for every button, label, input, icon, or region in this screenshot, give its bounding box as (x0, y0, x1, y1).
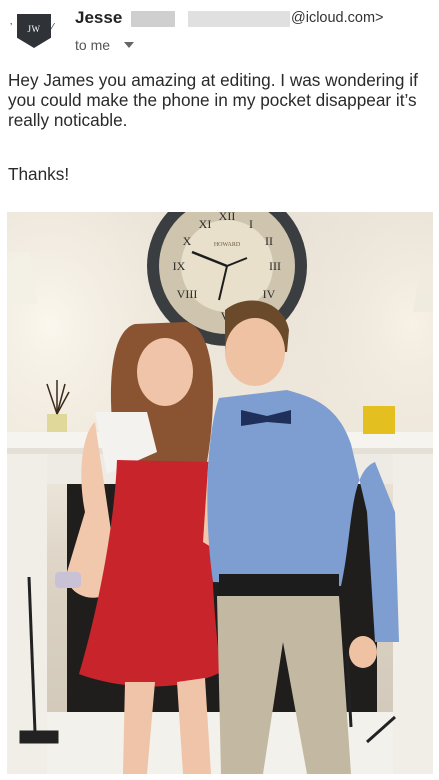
svg-text:VIII: VIII (177, 287, 198, 301)
svg-text:XI: XI (199, 217, 212, 231)
avatar[interactable]: ‚ JW ⁄ (10, 12, 56, 52)
recipient-label[interactable]: to me (75, 37, 110, 53)
avatar-badge-icon: JW (17, 14, 51, 48)
message-body: Hey James you amazing at editing. I was … (8, 70, 418, 130)
svg-text:XII: XII (219, 212, 236, 223)
diffuser-jar (47, 414, 67, 432)
svg-text:I: I (249, 217, 253, 231)
svg-text:II: II (265, 234, 273, 248)
email-header: ‚ JW ⁄ Jesse @icloud.com> to me (0, 0, 439, 62)
svg-text:IX: IX (173, 259, 186, 273)
redacted-surname (131, 11, 175, 27)
clock-brand: HOWARD (214, 242, 241, 248)
sender-email-domain: @icloud.com> (291, 10, 384, 26)
attached-photo[interactable]: XII III VI IX XI I II IV V VIII X HOWARD (7, 212, 433, 774)
redacted-email-user (188, 11, 290, 27)
svg-text:X: X (183, 234, 192, 248)
avatar-initials: JW (27, 24, 41, 34)
avatar-decoration-right: ⁄ (52, 22, 54, 33)
message-signoff: Thanks! (8, 164, 70, 184)
svg-text:III: III (269, 259, 281, 273)
avatar-decoration-left: ‚ (10, 16, 13, 27)
svg-text:IV: IV (263, 287, 276, 301)
chevron-down-icon[interactable] (124, 42, 134, 48)
candle-jar (363, 406, 395, 434)
sender-name[interactable]: Jesse (75, 8, 122, 28)
